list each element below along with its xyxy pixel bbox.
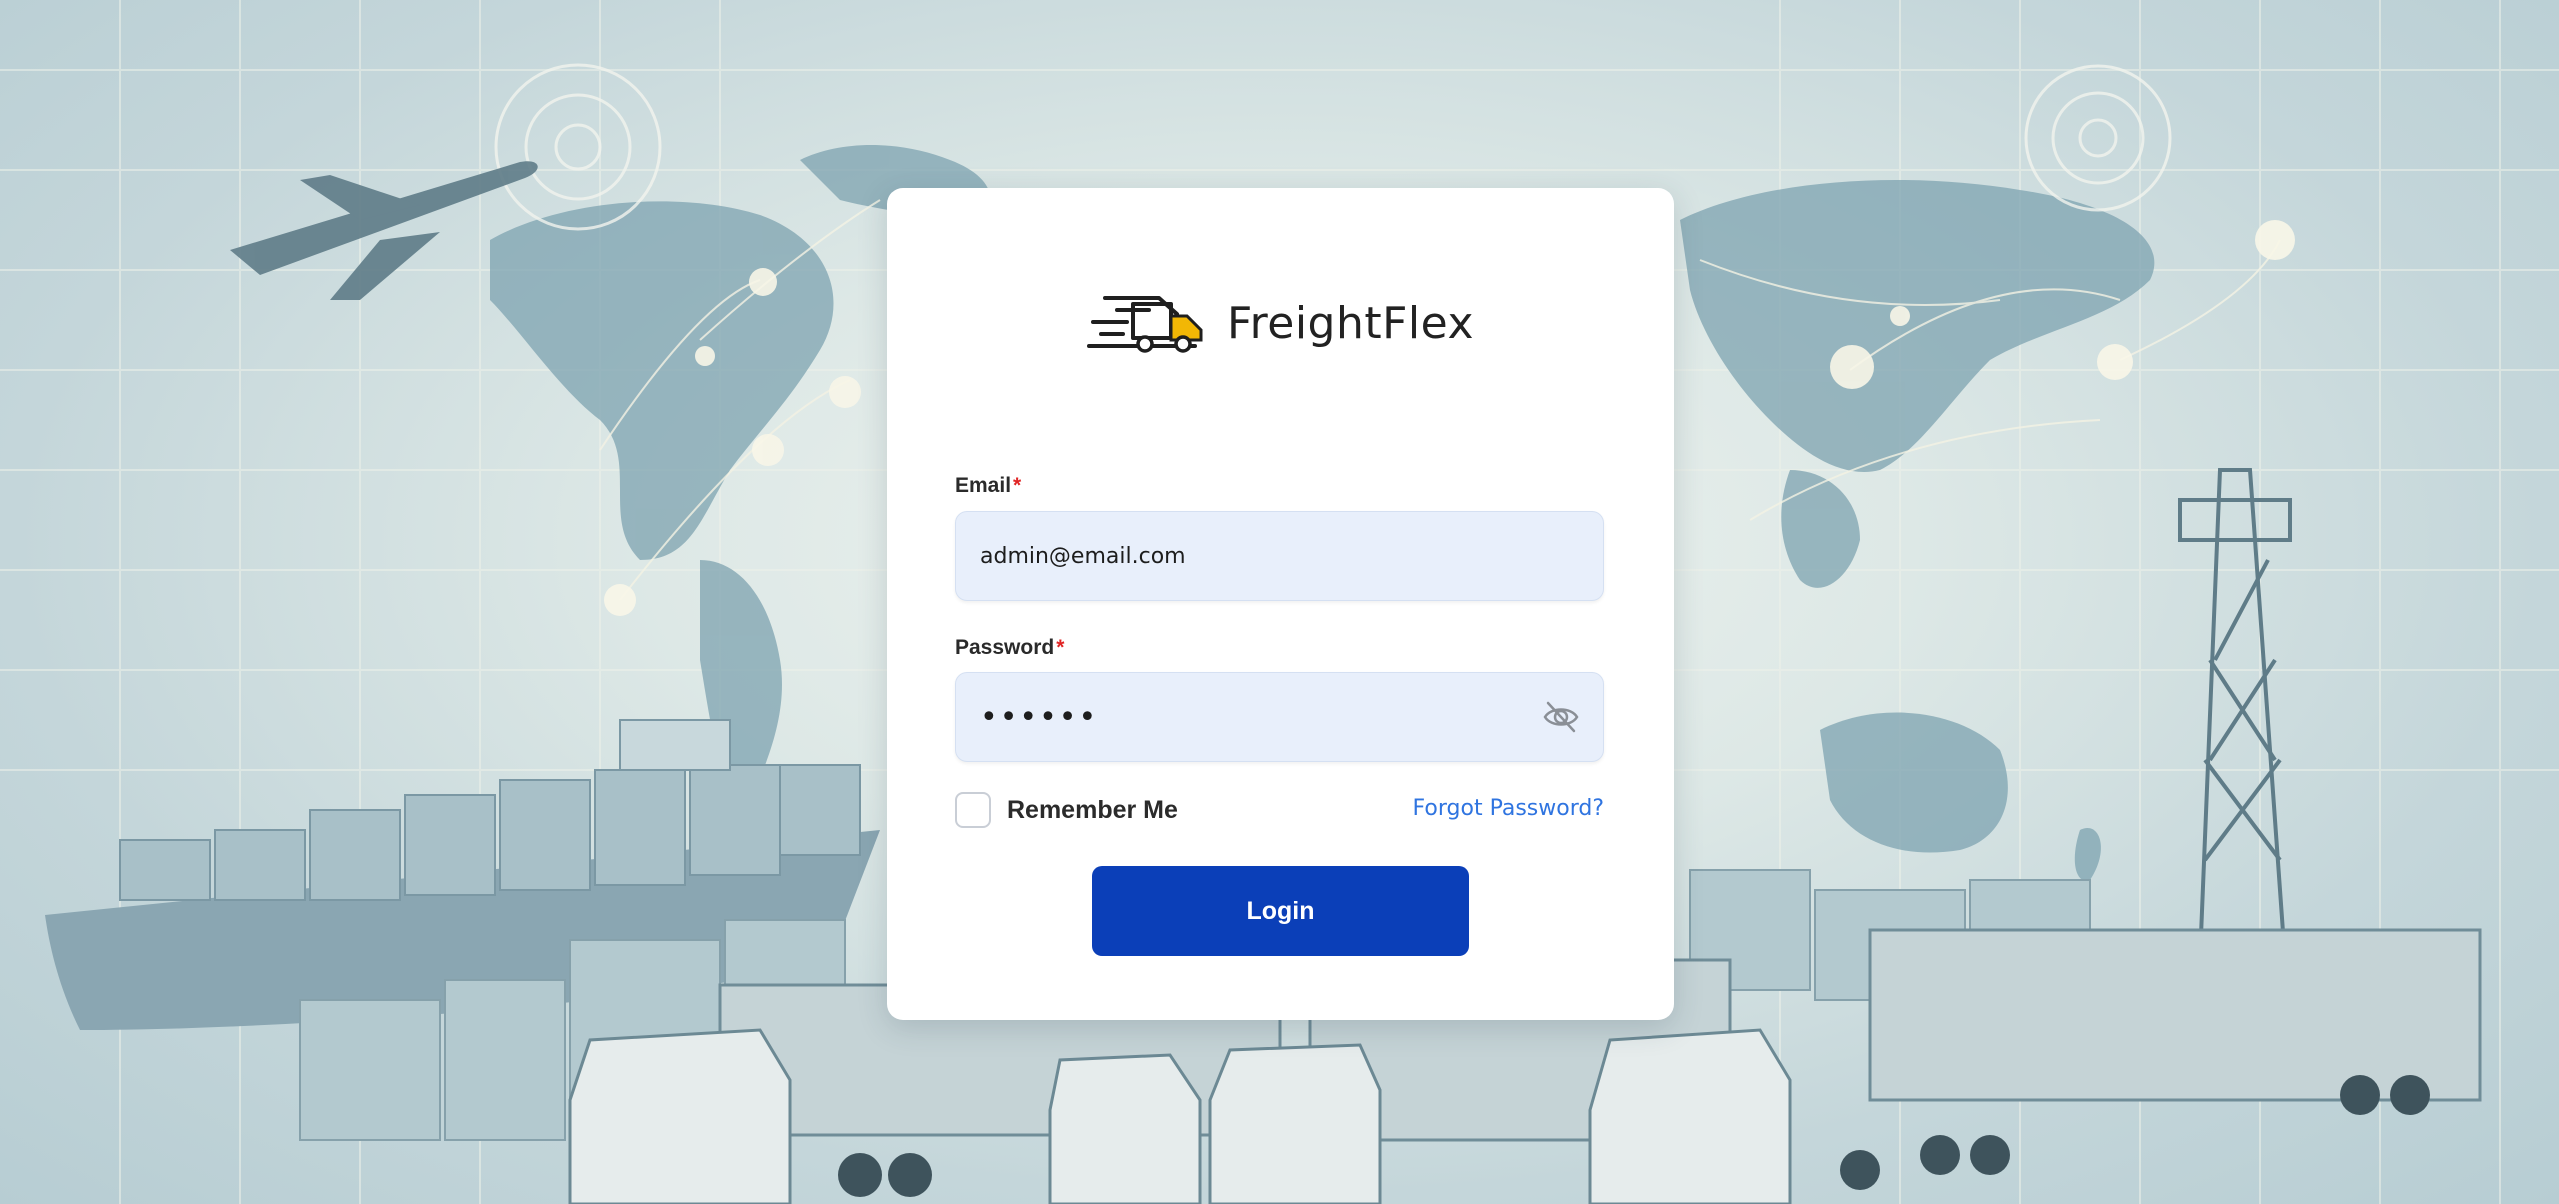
email-label: Email* (955, 474, 1021, 498)
brand-name: FreightFlex (1227, 297, 1474, 349)
password-field (955, 672, 1604, 762)
remember-me-label[interactable]: Remember Me (1007, 796, 1178, 825)
password-label-text: Password (955, 636, 1055, 659)
forgot-password-link[interactable]: Forgot Password? (1413, 796, 1604, 821)
password-label: Password* (955, 636, 1064, 660)
login-button[interactable]: Login (1092, 866, 1469, 956)
remember-me[interactable]: Remember Me (955, 790, 1178, 830)
login-card: FreightFlex Email* Password* Remember Me… (887, 188, 1674, 1020)
email-required-mark: * (1013, 474, 1022, 497)
eye-off-icon[interactable] (1542, 699, 1580, 735)
remember-me-checkbox[interactable] (955, 792, 991, 828)
email-input[interactable] (955, 511, 1604, 601)
password-input[interactable] (955, 672, 1604, 762)
password-required-mark: * (1056, 636, 1065, 659)
email-label-text: Email (955, 474, 1012, 497)
brand-header: FreightFlex (887, 288, 1674, 358)
truck-logo-icon (1087, 296, 1203, 353)
